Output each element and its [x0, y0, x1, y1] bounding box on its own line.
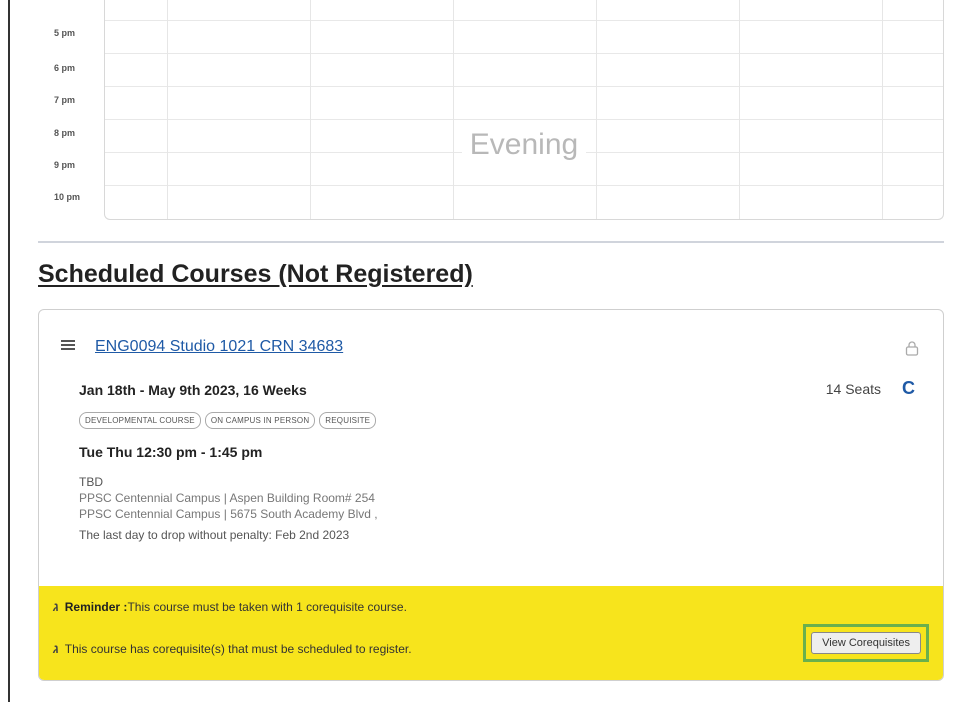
course-dates: Jan 18th - May 9th 2023, 16 Weeks [79, 382, 307, 398]
time-column: 5 pm 6 pm 7 pm 8 pm 9 pm 10 pm [40, 0, 104, 220]
drop-deadline: The last day to drop without penalty: Fe… [79, 528, 350, 542]
corequisite-note: ג This course has corequisite(s) that mus… [53, 642, 412, 656]
time-label: 10 pm [54, 192, 81, 202]
seat-count: 14 Seats [825, 381, 881, 397]
section-title: Scheduled Courses (Not Registered) [38, 260, 473, 288]
calendar-grid[interactable]: Evening [104, 0, 944, 220]
highlight-frame: View Corequisites [803, 624, 929, 662]
time-label: 8 pm [54, 128, 76, 138]
course-title-link[interactable]: ENG0094 Studio 1021 CRN 34683 [95, 338, 343, 356]
weekly-calendar: 5 pm 6 pm 7 pm 8 pm 9 pm 10 pm Evening [40, 0, 944, 220]
evening-block-label: Evening [105, 128, 943, 162]
location-room: PPSC Centennial Campus | Aspen Building … [79, 491, 375, 505]
view-corequisites-button[interactable]: View Corequisites [811, 632, 921, 654]
time-label: 9 pm [54, 160, 76, 170]
hamburger-icon[interactable] [61, 340, 75, 351]
refresh-icon[interactable]: C [902, 378, 915, 399]
location-address: PPSC Centennial Campus | 5675 South Acad… [79, 507, 378, 521]
tag-developmental: Developmental Course [79, 412, 201, 429]
tag-requisite: Requisite [319, 412, 377, 429]
corequisite-notice: ג Reminder :This course must be taken wit… [39, 586, 943, 680]
left-edge-rule [8, 0, 10, 702]
lock-icon [905, 340, 919, 361]
instructor: TBD [79, 475, 103, 489]
time-label: 5 pm [54, 28, 76, 38]
course-tags: Developmental Course On Campus In Person… [79, 412, 377, 429]
leaf-icon: ג [53, 642, 59, 656]
time-label: 7 pm [54, 95, 76, 105]
course-card: ENG0094 Studio 1021 CRN 34683 Jan 18th -… [38, 309, 944, 681]
leaf-icon: ג [53, 600, 59, 614]
tag-on-campus: On Campus In Person [204, 412, 316, 429]
reminder-note: ג Reminder :This course must be taken wit… [53, 600, 407, 614]
time-label: 6 pm [54, 63, 76, 73]
section-divider [38, 241, 944, 243]
meeting-time: Tue Thu 12:30 pm - 1:45 pm [79, 444, 263, 460]
